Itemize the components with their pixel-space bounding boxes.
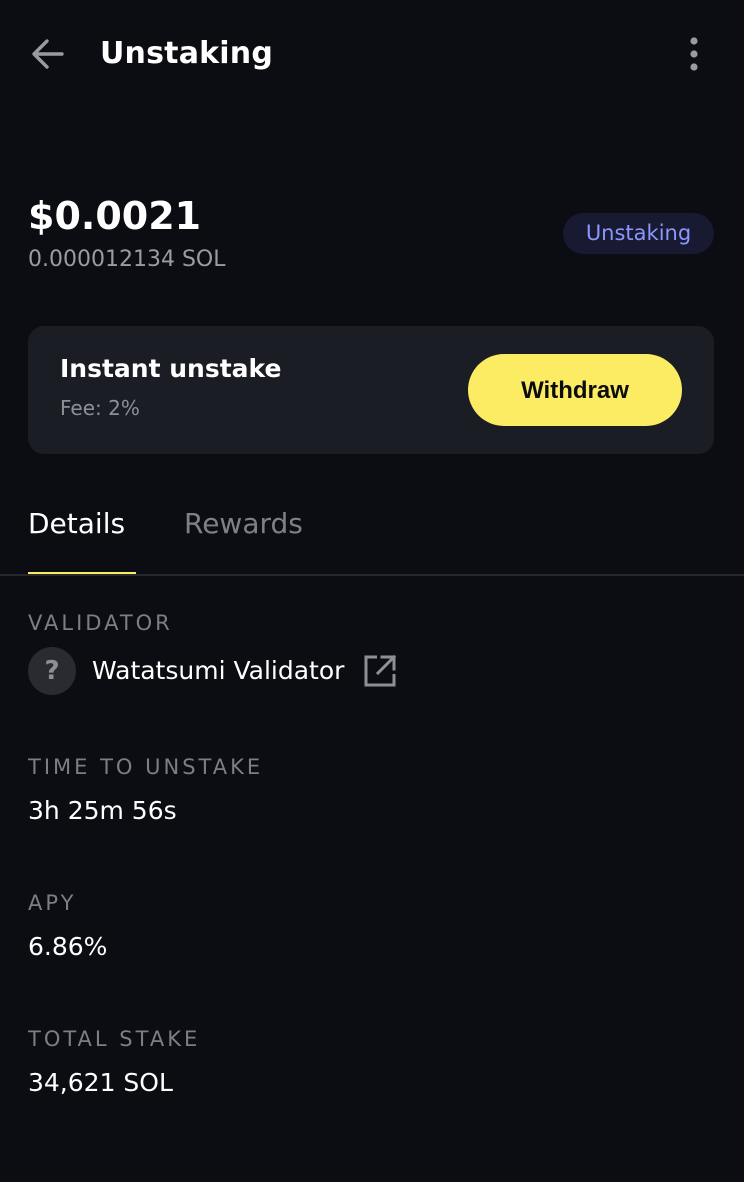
more-vertical-icon	[690, 37, 698, 71]
validator-avatar: ?	[28, 647, 76, 695]
balance-usd: $0.0021	[28, 194, 202, 238]
active-tab-indicator	[28, 572, 136, 574]
total-stake-value: 34,621 SOL	[28, 1068, 173, 1097]
tab-rewards[interactable]: Rewards	[184, 504, 303, 544]
withdraw-button[interactable]: Withdraw	[468, 354, 682, 426]
apy-label: APY	[28, 891, 77, 915]
status-badge: Unstaking	[563, 213, 714, 254]
tab-details[interactable]: Details	[28, 504, 125, 544]
balance-sol: 0.000012134 SOL	[28, 247, 226, 272]
arrow-left-icon	[32, 39, 64, 69]
validator-external-link-button[interactable]	[362, 653, 398, 689]
total-stake-label: TOTAL STAKE	[28, 1027, 201, 1051]
instant-unstake-title: Instant unstake	[60, 354, 282, 383]
external-link-icon	[364, 654, 397, 687]
time-to-unstake-value: 3h 25m 56s	[28, 796, 177, 825]
apy-value: 6.86%	[28, 932, 108, 961]
top-app-bar: Unstaking	[0, 0, 744, 108]
validator-label: VALIDATOR	[28, 611, 173, 635]
instant-unstake-fee: Fee: 2%	[60, 396, 140, 420]
more-options-button[interactable]	[672, 32, 716, 76]
validator-name: Watatsumi Validator	[92, 656, 345, 685]
time-to-unstake-label: TIME TO UNSTAKE	[28, 755, 264, 779]
validator-row: ? Watatsumi Validator	[28, 647, 398, 695]
tab-bar: Details Rewards	[0, 490, 744, 576]
back-button[interactable]	[26, 32, 70, 76]
instant-unstake-card: Instant unstake Fee: 2% Withdraw	[28, 326, 714, 454]
page-title: Unstaking	[100, 36, 274, 71]
